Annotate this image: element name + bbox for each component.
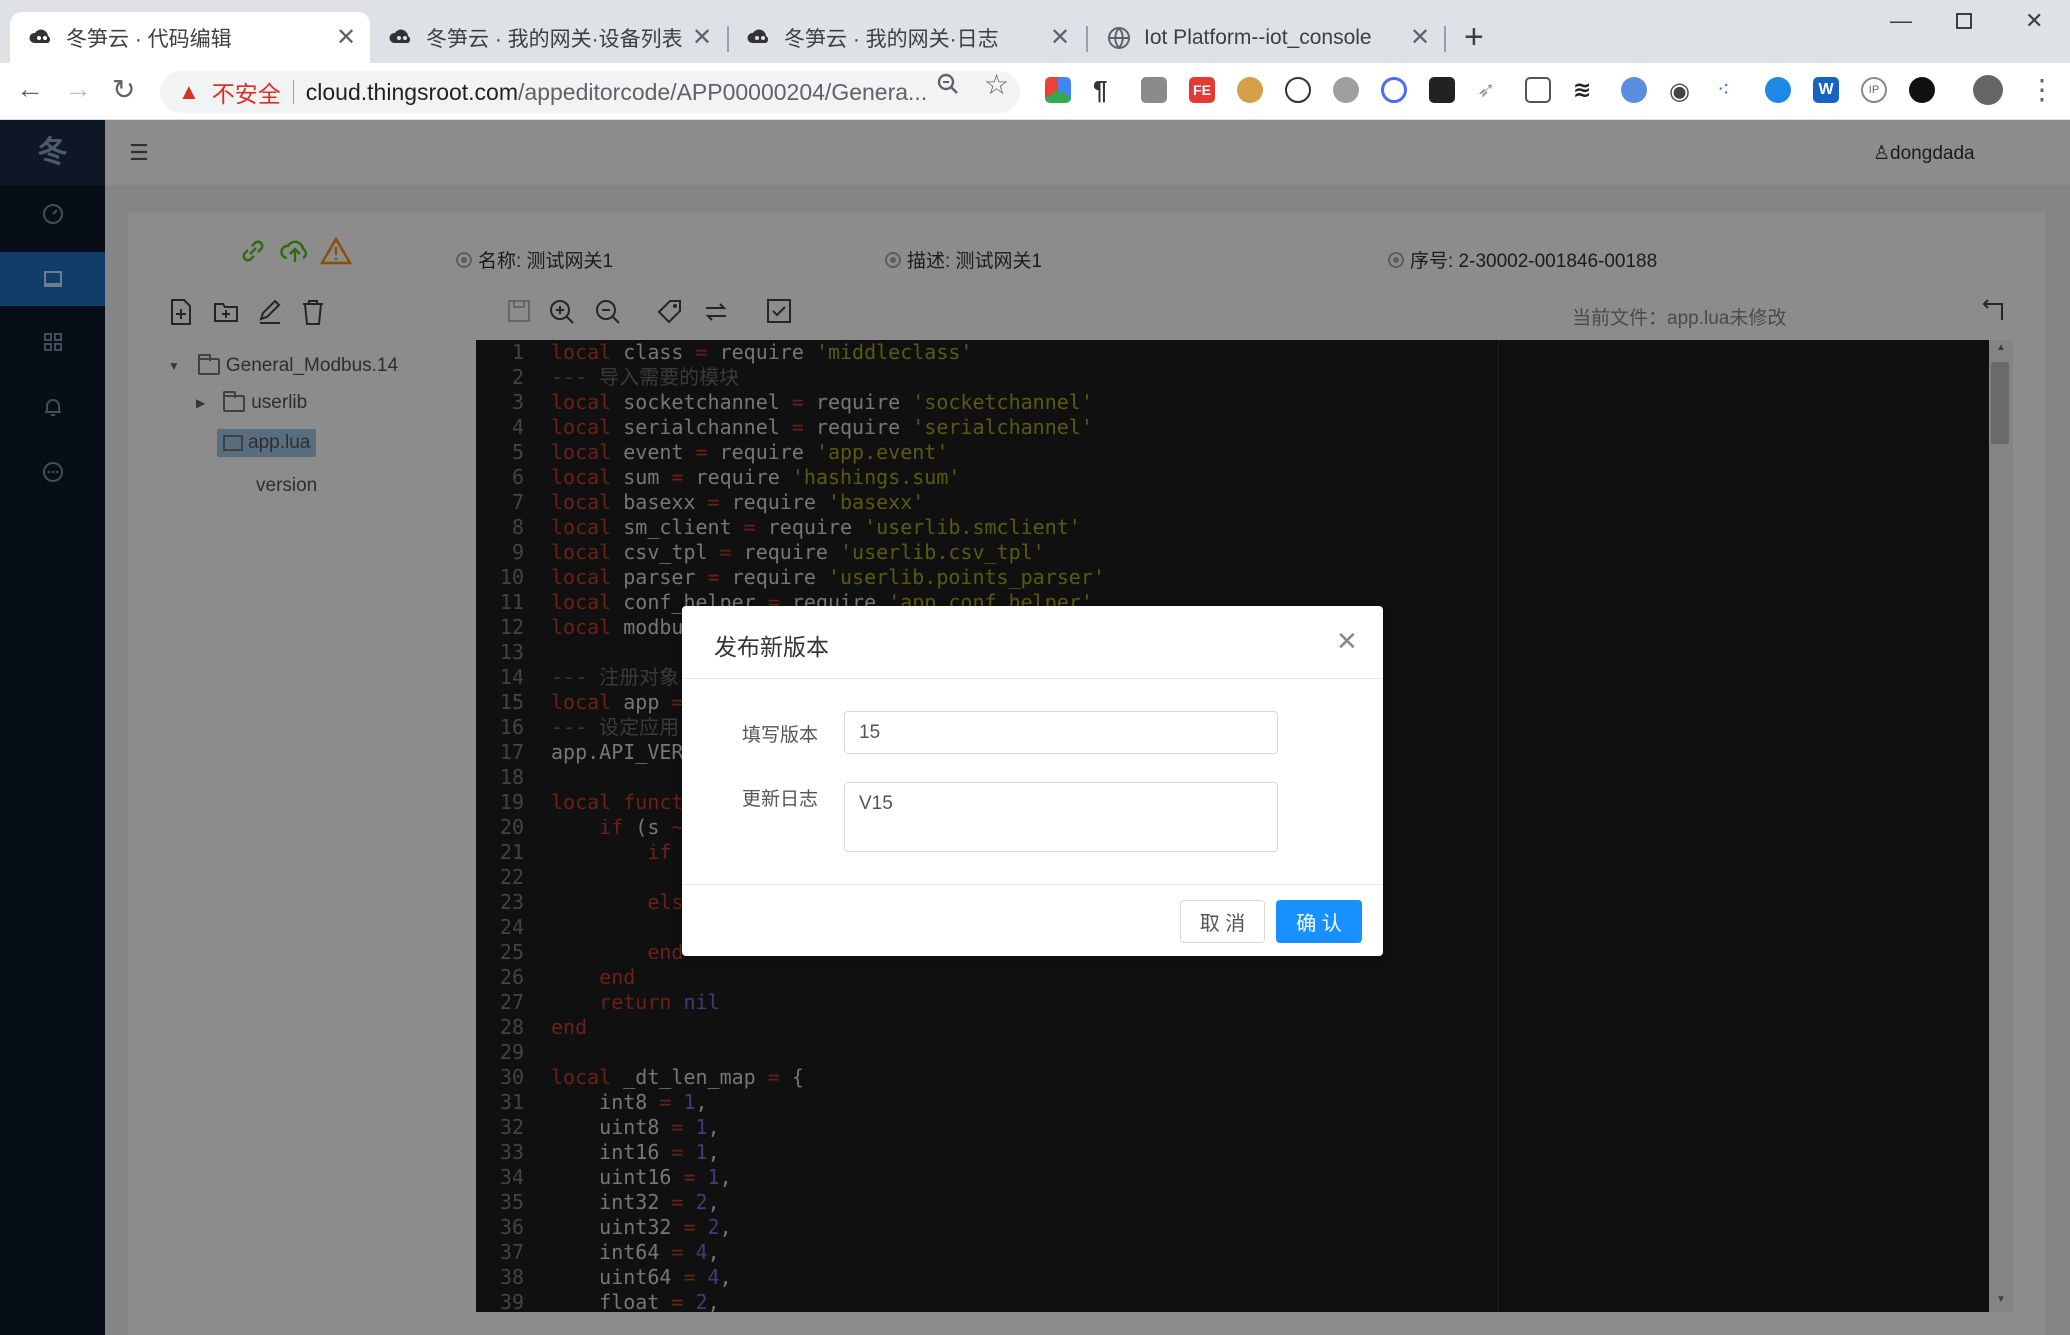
extension-drive-icon[interactable] — [1045, 77, 1071, 103]
globe-icon — [1108, 26, 1130, 49]
version-input[interactable]: 15 — [844, 711, 1278, 754]
extension-gear-icon[interactable] — [1333, 77, 1359, 103]
extension-cookie-icon[interactable] — [1237, 77, 1263, 103]
extension-z-icon[interactable] — [1909, 77, 1935, 103]
tab-title: 冬笋云 · 代码编辑 — [66, 27, 232, 51]
close-icon[interactable]: ✕ — [1336, 626, 1358, 657]
cloud-logo-icon — [747, 29, 769, 43]
omnibox-separator — [292, 80, 294, 104]
url-path: /appeditorcode/APP00000204/Genera... — [518, 78, 926, 105]
url-host: cloud.thingsroot.com — [305, 78, 519, 105]
version-label: 填写版本 — [742, 725, 819, 746]
close-icon[interactable]: ✕ — [688, 23, 716, 52]
maximize-icon[interactable] — [1955, 10, 1973, 36]
browser-menu-icon[interactable]: ⋮ — [2028, 73, 2056, 106]
close-window-icon[interactable]: ✕ — [2025, 8, 2043, 34]
extension-vim-icon[interactable]: ≋ — [1573, 77, 1599, 103]
address-bar[interactable]: ▲ 不安全 cloud.thingsroot.com/appeditorcode… — [160, 71, 1020, 113]
changelog-textarea[interactable]: V15 — [844, 782, 1278, 852]
dialog-header: 发布新版本 ✕ — [682, 606, 1383, 679]
cloud-logo-icon — [29, 29, 51, 43]
browser-tab-logs[interactable]: 冬笋云 · 我的网关·日志 ✕ — [728, 12, 1084, 63]
cloud-logo-icon — [389, 29, 411, 43]
zoom-icon[interactable] — [936, 72, 960, 103]
url-text: cloud.thingsroot.com/appeditorcode/APP00… — [306, 79, 926, 106]
extension-ghost-icon[interactable] — [1429, 77, 1455, 103]
extension-paragraph-icon[interactable]: ¶ — [1093, 75, 1119, 105]
browser-toolbar: ← → ↻ ▲ 不安全 cloud.thingsroot.com/appedit… — [0, 63, 2070, 120]
back-arrow-icon[interactable]: ← — [16, 73, 44, 105]
minimize-icon[interactable]: — — [1890, 8, 1912, 34]
close-icon[interactable]: ✕ — [332, 23, 360, 52]
reload-icon[interactable]: ↻ — [112, 73, 135, 106]
tab-separator — [1444, 26, 1446, 52]
publish-version-dialog: 发布新版本 ✕ 填写版本 15 更新日志 V15 取 消 确 认 — [682, 606, 1383, 956]
confirm-button[interactable]: 确 认 — [1276, 900, 1362, 943]
tab-title: 冬笋云 · 我的网关·设备列表 — [426, 27, 683, 51]
browser-tab-strip: 冬笋云 · 代码编辑 ✕ 冬笋云 · 我的网关·设备列表 ✕ 冬笋云 · 我的网… — [0, 0, 2070, 63]
extension-ip-icon[interactable]: IP — [1861, 77, 1887, 103]
tab-title: 冬笋云 · 我的网关·日志 — [784, 27, 999, 51]
extension-pointer-icon[interactable]: ➶ — [1477, 77, 1503, 103]
extension-check-icon[interactable] — [1381, 77, 1407, 103]
extension-fe-icon[interactable]: FE — [1189, 77, 1215, 103]
extension-eye-icon[interactable]: ◉ — [1669, 77, 1695, 105]
browser-tab-iot-console[interactable]: Iot Platform--iot_console ✕ — [1088, 12, 1444, 63]
bookmark-star-icon[interactable]: ☆ — [984, 68, 1009, 101]
close-icon[interactable]: ✕ — [1046, 23, 1074, 52]
extension-camera-icon[interactable] — [1141, 77, 1167, 103]
close-icon[interactable]: ✕ — [1406, 23, 1434, 52]
cancel-button[interactable]: 取 消 — [1180, 900, 1265, 943]
forward-arrow-icon[interactable]: → — [64, 73, 92, 105]
extension-code-icon[interactable] — [1285, 77, 1311, 103]
extension-dots-icon[interactable]: ⁖ — [1717, 77, 1743, 103]
not-secure-label: 不安全 — [211, 81, 281, 107]
changelog-label: 更新日志 — [742, 789, 819, 810]
extension-w-icon[interactable]: W — [1813, 77, 1839, 103]
profile-avatar-icon[interactable] — [1973, 75, 2003, 105]
extension-image-icon[interactable] — [1525, 77, 1551, 103]
dialog-footer: 取 消 确 认 — [682, 884, 1383, 956]
browser-tab-device-list[interactable]: 冬笋云 · 我的网关·设备列表 ✕ — [370, 12, 726, 63]
dialog-title: 发布新版本 — [714, 634, 829, 660]
extension-wave-icon[interactable] — [1765, 77, 1791, 103]
tab-title: Iot Platform--iot_console — [1144, 25, 1372, 49]
new-tab-button[interactable]: + — [1464, 20, 1484, 54]
warning-triangle-icon: ▲ — [178, 79, 200, 104]
extension-blue-circle-icon[interactable] — [1621, 77, 1647, 103]
browser-tab-code-editor[interactable]: 冬笋云 · 代码编辑 ✕ — [10, 12, 370, 63]
